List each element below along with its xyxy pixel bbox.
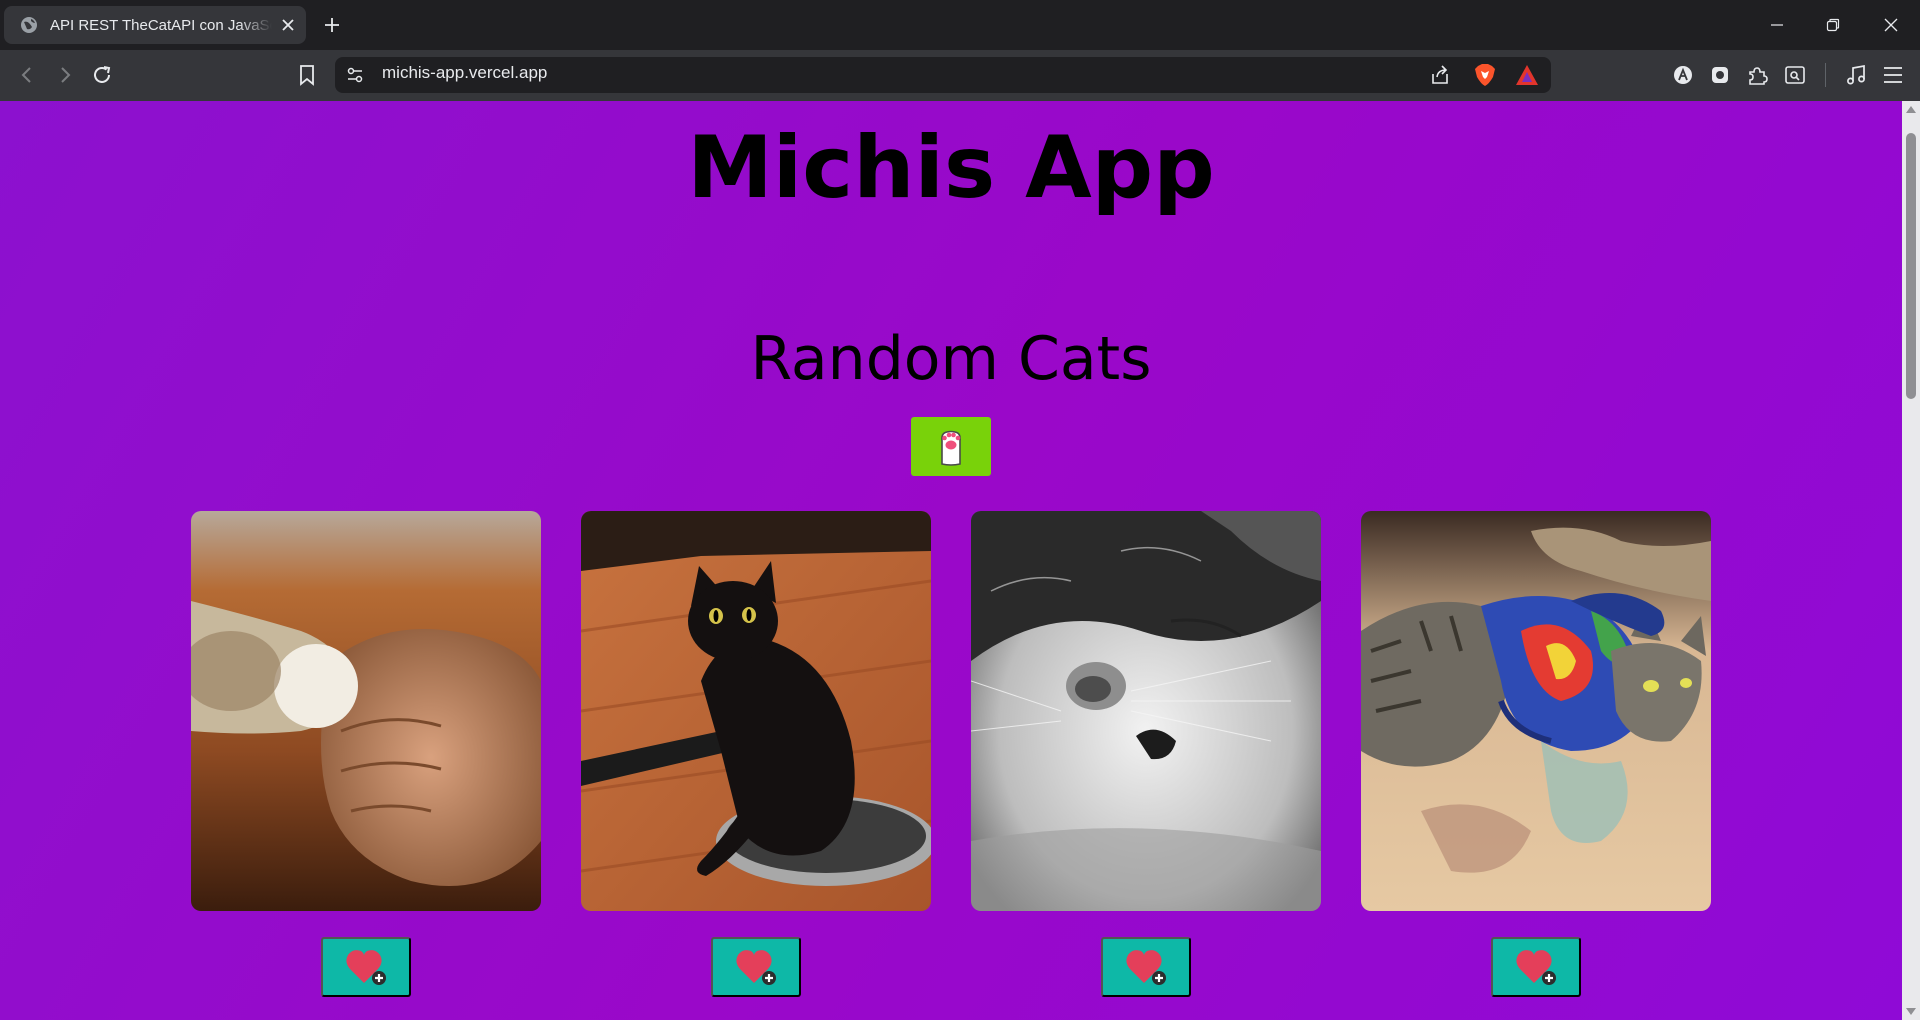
bookmark-icon	[300, 65, 314, 86]
extension-a-icon	[1674, 66, 1692, 84]
brave-lion-icon	[1475, 64, 1495, 86]
tab-title: API REST TheCatAPI con JavaScript	[50, 16, 272, 34]
record-icon	[1712, 67, 1728, 83]
heart-plus-icon	[346, 950, 386, 985]
menu-button[interactable]	[1880, 62, 1906, 88]
favorite-button-1[interactable]	[321, 937, 411, 997]
minimize-button[interactable]	[1762, 10, 1792, 40]
favorite-button-2[interactable]	[711, 937, 801, 997]
toolbar-divider	[1825, 63, 1826, 87]
page-scrollbar[interactable]	[1902, 101, 1920, 1020]
brave-shields-button[interactable]	[1472, 62, 1498, 88]
restore-button[interactable]	[1818, 10, 1848, 40]
restore-icon	[1826, 18, 1840, 32]
close-icon	[1884, 18, 1898, 32]
back-arrow-icon	[21, 67, 31, 83]
page-viewport: Michis App Random Cats	[0, 101, 1902, 1020]
scroll-down-arrow-icon[interactable]	[1906, 1008, 1916, 1015]
browser-tab[interactable]: API REST TheCatAPI con JavaScript	[4, 6, 306, 44]
section-title: Random Cats	[750, 324, 1152, 394]
heart-plus-icon	[1126, 950, 1166, 985]
tabby-cat-in-tie-dye-photo	[1361, 511, 1711, 911]
cat-image-3	[971, 511, 1321, 911]
favorite-button-4[interactable]	[1491, 937, 1581, 997]
share-button[interactable]	[1427, 62, 1453, 88]
bookmark-button[interactable]	[294, 62, 320, 88]
music-note-icon	[1847, 64, 1865, 85]
extensions-button[interactable]	[1745, 62, 1771, 88]
sleeping-bw-cat-photo	[971, 511, 1321, 911]
search-page-icon	[1785, 66, 1805, 84]
back-button[interactable]	[14, 62, 40, 88]
media-button[interactable]	[1843, 62, 1869, 88]
cat-image-4	[1361, 511, 1711, 911]
close-window-button[interactable]	[1876, 10, 1906, 40]
forward-button[interactable]	[52, 62, 78, 88]
globe-icon	[21, 17, 37, 33]
site-info-button[interactable]	[342, 62, 368, 88]
reload-icon	[94, 66, 111, 83]
reader-mode-button[interactable]	[1782, 62, 1808, 88]
share-icon	[1432, 65, 1448, 84]
forward-arrow-icon	[61, 67, 71, 83]
record-extension-button[interactable]	[1707, 62, 1733, 88]
reload-page-button[interactable]	[89, 62, 115, 88]
scroll-up-arrow-icon[interactable]	[1906, 106, 1916, 113]
tab-strip: API REST TheCatAPI con JavaScript	[0, 0, 1920, 50]
black-cat-in-pan-photo	[581, 511, 931, 911]
heart-plus-icon	[1516, 950, 1556, 985]
cat-paw-icon	[941, 430, 961, 466]
page-title: Michis App	[687, 118, 1215, 218]
new-tab-plus-icon[interactable]	[320, 13, 344, 37]
url-text[interactable]: michis-app.vercel.app	[382, 63, 547, 83]
cat-image-1	[191, 511, 541, 911]
puzzle-icon	[1749, 67, 1768, 85]
minimize-icon	[1771, 24, 1783, 26]
close-icon[interactable]	[280, 17, 296, 33]
brave-rewards-button[interactable]	[1514, 62, 1540, 88]
scrollbar-thumb[interactable]	[1906, 133, 1916, 399]
cat-image-2	[581, 511, 931, 911]
hamburger-menu-icon	[1884, 67, 1902, 83]
extension-button[interactable]	[1670, 62, 1696, 88]
tune-icon	[347, 67, 363, 83]
favorite-button-3[interactable]	[1101, 937, 1191, 997]
heart-plus-icon	[736, 950, 776, 985]
cat-paw-fist-bump-photo	[191, 511, 541, 911]
rewards-triangle-icon	[1516, 65, 1538, 85]
reload-cats-button[interactable]	[911, 417, 991, 476]
